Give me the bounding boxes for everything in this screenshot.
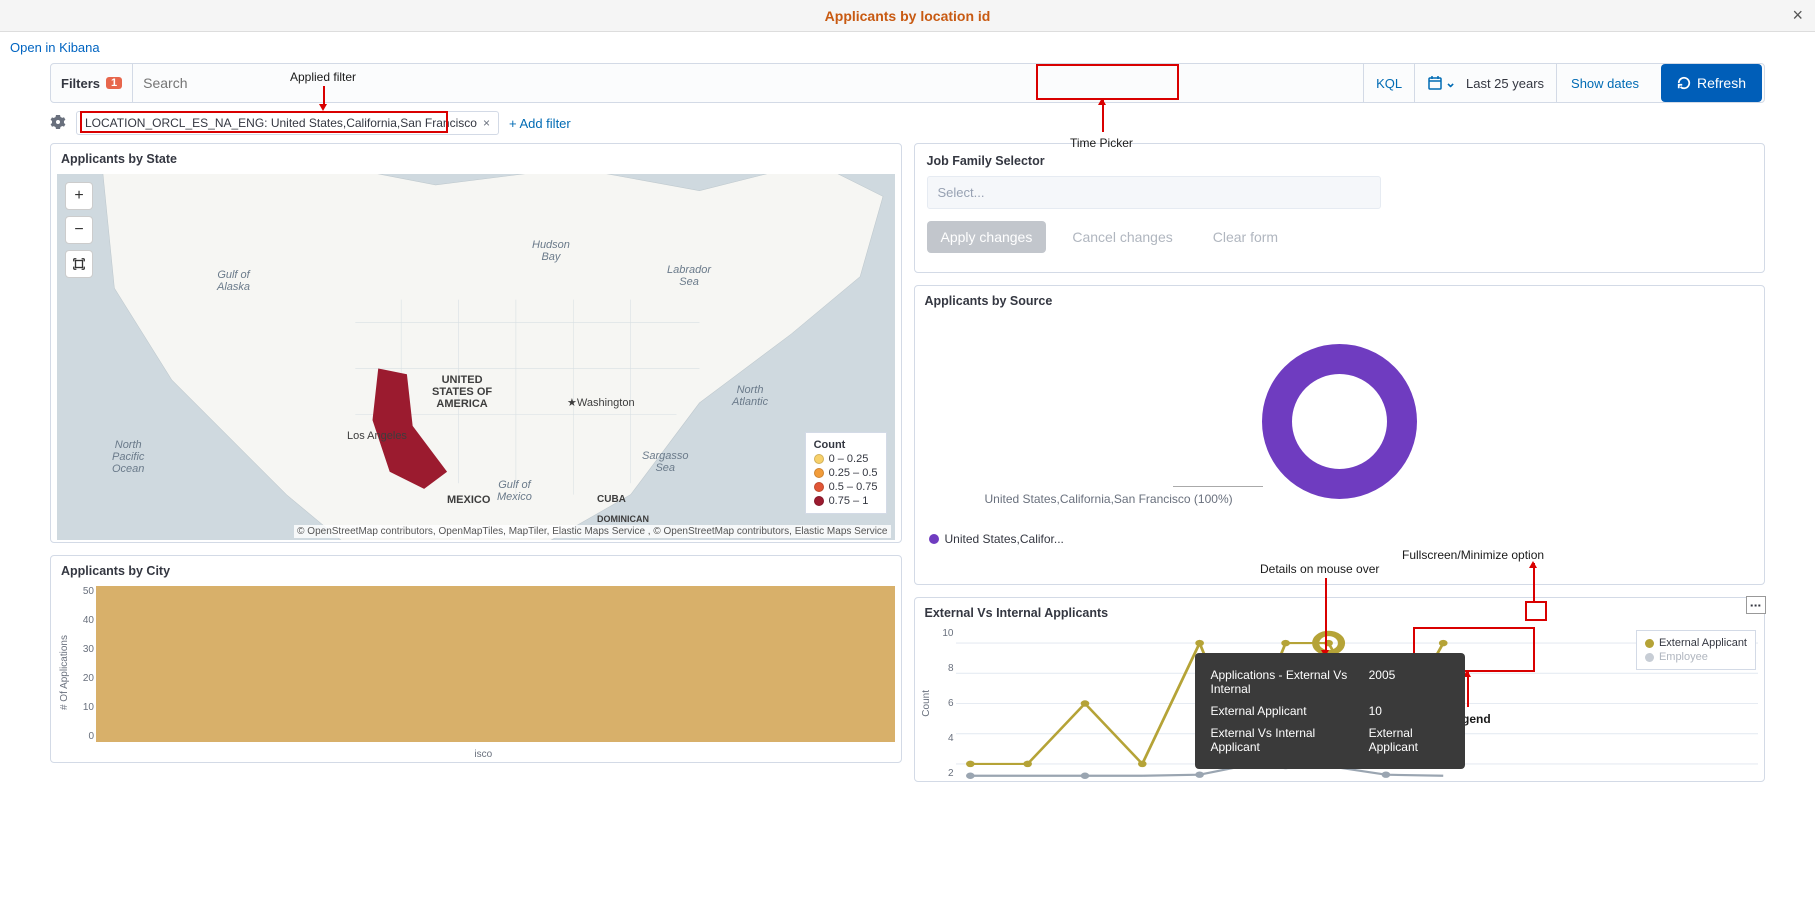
filters-count-badge: 1 [106,77,122,89]
map-label-sargasso: SargassoSea [642,450,688,474]
panel-applicants-by-state: Applicants by State + − [50,143,902,543]
applied-filter-pill[interactable]: LOCATION_ORCL_ES_NA_ENG: United States,C… [76,111,499,135]
line-legend[interactable]: External Applicant Employee [1636,630,1756,670]
panel-title: External Vs Internal Applicants [915,598,1765,628]
time-picker[interactable]: ⌄ Last 25 years [1414,64,1556,102]
filter-settings-icon[interactable] [50,114,66,133]
open-in-kibana-link[interactable]: Open in Kibana [10,40,100,55]
time-range-text: Last 25 years [1466,76,1544,91]
panel-title: Applicants by City [51,556,901,586]
map-label-cuba: CUBA [597,494,626,505]
bar[interactable] [96,586,895,742]
map-legend: Count 0 – 0.25 0.25 – 0.5 0.5 – 0.75 0.7… [805,432,887,514]
map-label-mexico: MEXICO [447,494,490,506]
filters-toggle[interactable]: Filters 1 [51,64,133,102]
filters-label: Filters [61,76,100,91]
panel-applicants-by-source: Applicants by Source United States,Calif… [914,285,1766,585]
fit-bounds-button[interactable] [65,250,93,278]
map-label-npac: NorthPacificOcean [112,439,144,475]
source-legend[interactable]: United States,Califor... [915,526,1765,556]
panel-external-vs-internal: ▪▪▪ External Vs Internal Applicants Coun… [914,597,1766,782]
x-label: isco [474,749,492,760]
search-input[interactable] [133,64,1363,102]
query-bar: Filters 1 KQL ⌄ Last 25 years Show dates… [50,63,1765,103]
panel-options-icon[interactable]: ▪▪▪ [1746,596,1766,614]
calendar-icon: ⌄ [1427,75,1456,91]
panel-title: Applicants by Source [915,286,1765,316]
refresh-icon [1677,76,1691,90]
zoom-out-button[interactable]: − [65,216,93,244]
donut-chart[interactable] [1262,344,1417,499]
map-label-gulf: Gulf ofMexico [497,479,532,503]
chevron-down-icon: ⌄ [1445,75,1456,91]
map-label-labrador: LabradorSea [667,264,711,288]
panel-applicants-by-city: Applicants by City # Of Applications 50 … [50,555,902,763]
y-axis-title: Count [921,690,932,717]
show-dates-link[interactable]: Show dates [1556,64,1653,102]
map-label-alaska: Gulf ofAlaska [217,269,250,293]
cancel-changes-button[interactable]: Cancel changes [1058,221,1186,253]
map-label-usa: UNITEDSTATES OFAMERICA [432,374,492,410]
clear-form-button[interactable]: Clear form [1199,221,1292,253]
add-filter-link[interactable]: + Add filter [509,116,571,131]
map-canvas[interactable]: + − UNITEDSTATES OFAMERICA MEXICO CUBA D… [57,174,895,540]
job-family-select[interactable]: Select... [927,176,1381,209]
map-label-hudson: HudsonBay [532,239,570,263]
filter-pill-text: LOCATION_ORCL_ES_NA_ENG: United States,C… [85,116,477,130]
legend-item-label: United States,Califor... [945,532,1064,546]
bar-chart[interactable]: 50 40 30 20 10 0 isco [72,586,895,760]
map-label-natl: NorthAtlantic [732,384,768,408]
map-attribution: © OpenStreetMap contributors, OpenMapTil… [294,525,890,538]
chart-tooltip: Applications - External Vs Internal2005 … [1195,653,1465,769]
dialog-title: Applicants by location id [825,8,991,24]
panel-title: Job Family Selector [927,154,1753,168]
map-label-la: Los Angeles [347,430,407,442]
zoom-in-button[interactable]: + [65,182,93,210]
panel-title: Applicants by State [51,144,901,174]
legend-swatch [929,534,939,544]
apply-changes-button[interactable]: Apply changes [927,221,1047,253]
remove-filter-icon[interactable]: × [483,116,490,130]
close-icon[interactable]: × [1792,5,1803,26]
y-axis-title: # Of Applications [57,635,72,710]
kql-toggle[interactable]: KQL [1363,64,1414,102]
map-label-washington: ★Washington [567,396,635,409]
donut-slice-label: United States,California,San Francisco (… [985,492,1233,506]
refresh-button[interactable]: Refresh [1661,64,1762,102]
map-label-dominican: DOMINICAN [597,514,649,524]
panel-job-family-selector: Job Family Selector Select... Apply chan… [914,143,1766,273]
